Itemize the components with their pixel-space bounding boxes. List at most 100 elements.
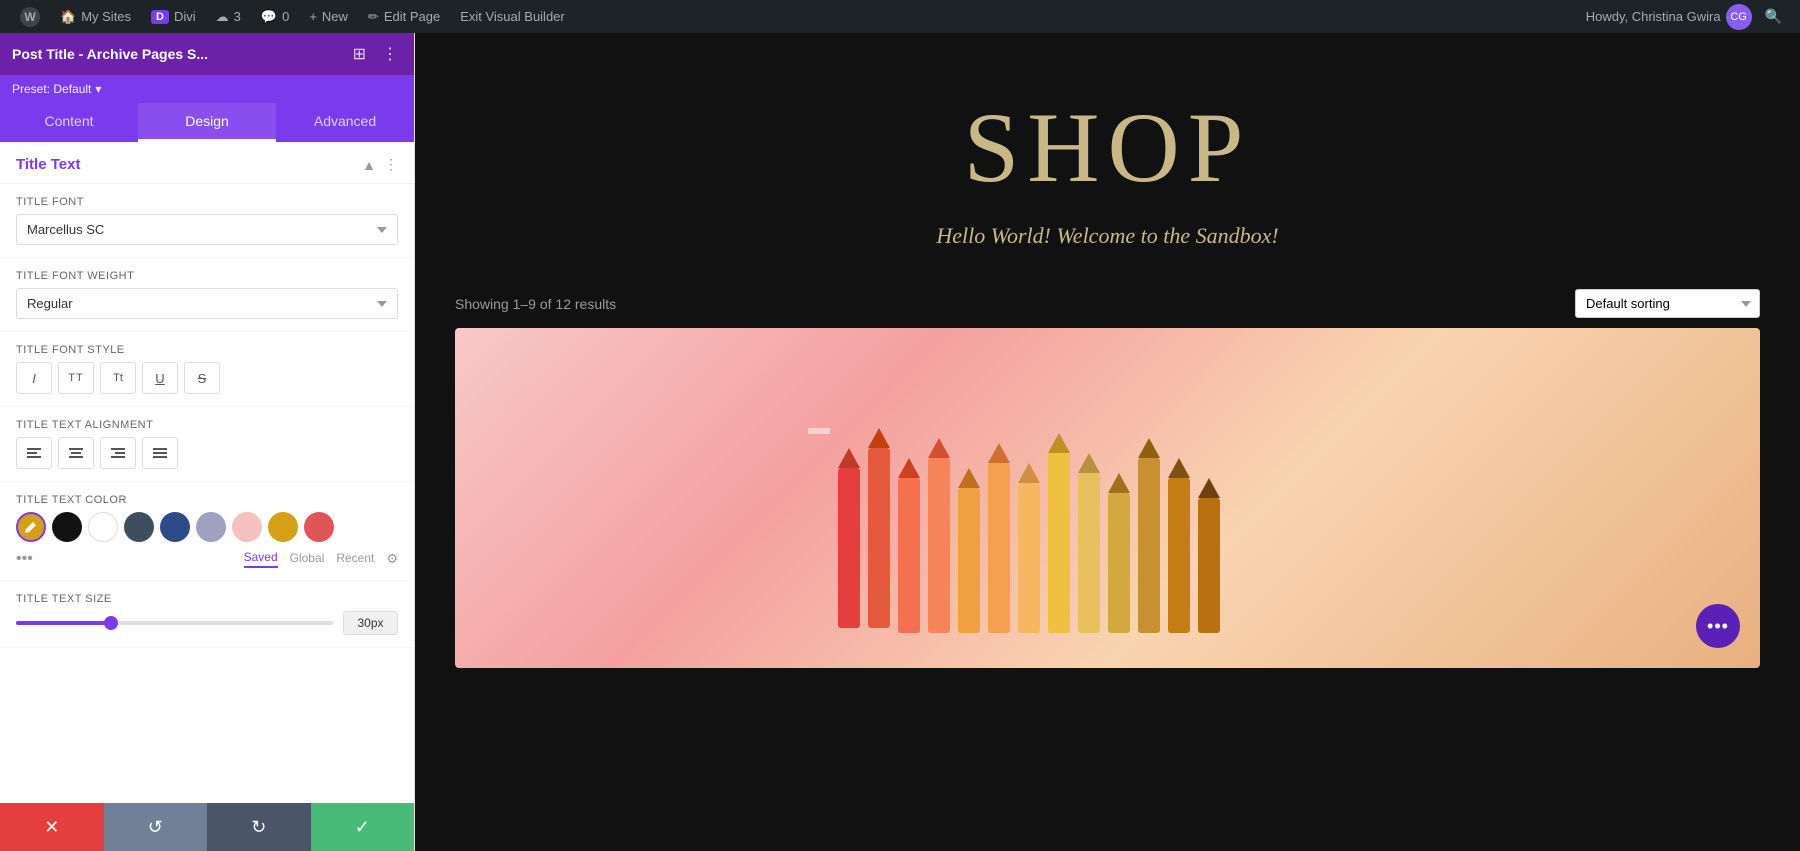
color-settings-icon[interactable]: ⚙ (386, 551, 398, 567)
color-swatch-gold[interactable] (268, 512, 298, 542)
page-canvas: SHOP Hello World! Welcome to the Sandbox… (415, 33, 1800, 851)
preset-label: Preset: Default (12, 82, 91, 96)
panel-title: Post Title - Archive Pages S... (12, 46, 208, 62)
title-font-group: Title Font Marcellus SC (0, 184, 414, 258)
edit-page-item[interactable]: ✏ Edit Page (358, 0, 450, 33)
color-swatches (16, 512, 398, 542)
color-swatch-pink[interactable] (232, 512, 262, 542)
align-justify-btn[interactable] (142, 437, 178, 469)
exit-builder-item[interactable]: Exit Visual Builder (450, 0, 575, 33)
color-swatch-navy[interactable] (160, 512, 190, 542)
plus-icon: + (309, 9, 317, 24)
cancel-button[interactable]: ✕ (0, 803, 104, 851)
divi-label: Divi (174, 9, 196, 24)
color-swatch-white[interactable] (88, 512, 118, 542)
wp-logo-icon: W (20, 7, 40, 27)
align-center-btn[interactable] (58, 437, 94, 469)
color-swatch-red[interactable] (304, 512, 334, 542)
pencils-svg (808, 428, 1408, 648)
shop-subtitle: Hello World! Welcome to the Sandbox! (435, 223, 1780, 249)
title-font-weight-group: Title Font Weight Regular (0, 258, 414, 332)
comment-item[interactable]: 💬 0 (251, 0, 299, 33)
font-weight-label: Title Font Weight (16, 270, 398, 282)
save-button[interactable]: ✓ (311, 803, 415, 851)
tab-content[interactable]: Content (0, 103, 138, 142)
panel-icon-btn-2[interactable]: ⋮ (378, 42, 402, 66)
preset-arrow: ▾ (95, 82, 101, 96)
save-icon: ✓ (355, 817, 370, 838)
wp-admin-bar: W 🏠 My Sites D Divi ☁ 3 💬 0 + New ✏ Edit… (0, 0, 1800, 33)
color-tab-recent[interactable]: Recent (336, 551, 374, 567)
strikethrough-btn[interactable]: S (184, 362, 220, 394)
new-item[interactable]: + New (299, 0, 358, 33)
section-header-icons: ▲ ⋮ (362, 156, 398, 173)
floating-dots-button[interactable]: ••• (1696, 604, 1740, 648)
alignment-label: Title Text Alignment (16, 419, 398, 431)
divi-logo-icon: D (151, 10, 169, 24)
shop-title: SHOP (435, 93, 1780, 203)
preset-bar: Preset: Default ▾ (0, 75, 414, 103)
my-sites-item[interactable]: 🏠 My Sites (50, 0, 141, 33)
color-more-icon[interactable]: ••• (16, 550, 33, 568)
house-icon: 🏠 (60, 9, 76, 25)
underline-btn[interactable]: U (142, 362, 178, 394)
color-tabs: Saved Global Recent ⚙ (244, 550, 398, 568)
search-icon[interactable]: 🔍 (1757, 8, 1790, 25)
cloud-icon: ☁ (216, 9, 229, 25)
collapse-icon[interactable]: ▲ (362, 157, 376, 173)
product-card-main: ••• (455, 328, 1760, 668)
color-swatch-black[interactable] (52, 512, 82, 542)
tab-advanced[interactable]: Advanced (276, 103, 414, 142)
panel-icon-btn-1[interactable]: ⊞ (349, 42, 370, 66)
main-layout: Post Title - Archive Pages S... ⊞ ⋮ Pres… (0, 33, 1800, 851)
tt-sm-btn[interactable]: Tt (100, 362, 136, 394)
comment-count: 0 (282, 9, 289, 24)
wp-logo-item[interactable]: W (10, 0, 50, 33)
style-buttons: I TT Tt U S (16, 362, 398, 394)
howdy-text: Howdy, Christina Gwira (1586, 9, 1721, 24)
panel-header: Post Title - Archive Pages S... ⊞ ⋮ (0, 33, 414, 75)
sort-select[interactable]: Default sorting Sort by popularity Sort … (1575, 289, 1760, 318)
tabs-bar: Content Design Advanced (0, 103, 414, 142)
cloud-item[interactable]: ☁ 3 (206, 0, 251, 33)
size-label: Title Text Size (16, 593, 398, 605)
active-color-swatch[interactable] (16, 512, 46, 542)
align-buttons (16, 437, 398, 469)
dots-icon: ••• (1707, 616, 1729, 637)
edit-icon: ✏ (368, 9, 379, 25)
font-weight-select[interactable]: Regular (16, 288, 398, 319)
color-swatch-dark[interactable] (124, 512, 154, 542)
tab-design[interactable]: Design (138, 103, 276, 142)
undo-icon: ↺ (148, 817, 163, 838)
font-label: Title Font (16, 196, 398, 208)
slider-track (16, 621, 333, 625)
divi-item[interactable]: D Divi (141, 0, 206, 33)
font-select[interactable]: Marcellus SC (16, 214, 398, 245)
product-grid-area: ••• (415, 328, 1800, 708)
slider-thumb[interactable] (104, 616, 118, 630)
tt-btn[interactable]: TT (58, 362, 94, 394)
shop-hero: SHOP Hello World! Welcome to the Sandbox… (415, 33, 1800, 279)
right-content: SHOP Hello World! Welcome to the Sandbox… (415, 33, 1800, 851)
align-left-btn[interactable] (16, 437, 52, 469)
italic-btn[interactable]: I (16, 362, 52, 394)
color-tab-saved[interactable]: Saved (244, 550, 278, 568)
undo-button[interactable]: ↺ (104, 803, 208, 851)
color-tab-global[interactable]: Global (290, 551, 325, 567)
redo-button[interactable]: ↻ (207, 803, 311, 851)
bottom-toolbar: ✕ ↺ ↻ ✓ (0, 803, 414, 851)
slider-value[interactable]: 30px (343, 611, 398, 635)
product-card-image (455, 328, 1760, 668)
comment-icon: 💬 (261, 9, 277, 25)
redo-icon: ↻ (251, 817, 266, 838)
color-label: Title Text Color (16, 494, 398, 506)
color-swatch-lavender[interactable] (196, 512, 226, 542)
shop-meta-bar: Showing 1–9 of 12 results Default sortin… (415, 279, 1800, 328)
title-size-group: Title Text Size 30px (0, 581, 414, 648)
align-right-btn[interactable] (100, 437, 136, 469)
left-panel: Post Title - Archive Pages S... ⊞ ⋮ Pres… (0, 33, 415, 851)
section-title: Title Text (16, 156, 80, 173)
slider-fill (16, 621, 111, 625)
more-icon[interactable]: ⋮ (384, 156, 398, 173)
title-color-group: Title Text Color (0, 482, 414, 581)
